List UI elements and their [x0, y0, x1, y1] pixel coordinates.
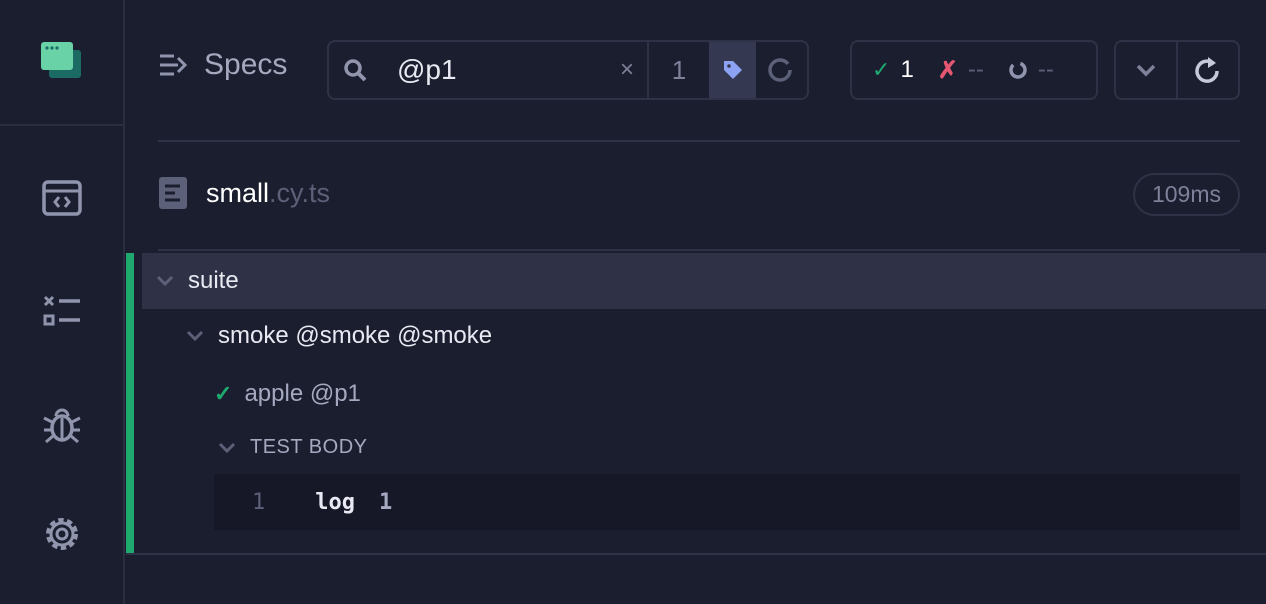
- search-icon: [344, 59, 367, 82]
- passed-count: 1: [900, 56, 914, 83]
- rerun-icon[interactable]: [1178, 42, 1238, 98]
- pending-icon: [1009, 61, 1027, 79]
- chevron-down-icon: [186, 330, 204, 342]
- passed-icon: ✓: [872, 57, 891, 82]
- search-input[interactable]: [397, 54, 607, 86]
- spec-ext: .cy.ts: [269, 177, 331, 208]
- spec-name: small: [206, 177, 270, 208]
- chevron-down-icon: [218, 442, 236, 453]
- tag-filter-button[interactable]: [709, 42, 756, 98]
- subsuite-title: smoke @smoke @smoke: [218, 322, 493, 349]
- duration-badge: 109ms: [1133, 173, 1240, 216]
- settings-gear-icon[interactable]: [40, 512, 84, 556]
- test-body-header[interactable]: TEST BODY: [218, 436, 368, 459]
- specs-header: Specs: [158, 48, 287, 82]
- clear-search-icon[interactable]: ×: [607, 56, 647, 84]
- specs-nav-icon[interactable]: [40, 176, 84, 220]
- runs-list-icon[interactable]: [40, 288, 84, 332]
- debug-bug-icon[interactable]: [40, 402, 84, 446]
- document-icon: [159, 177, 187, 209]
- chevron-down-icon: [156, 275, 174, 287]
- tag-icon: [723, 61, 742, 79]
- collapse-arrow-icon[interactable]: [158, 52, 188, 78]
- subsuite-row[interactable]: smoke @smoke @smoke: [186, 322, 492, 350]
- command-message: 1: [379, 489, 393, 515]
- failed-count: --: [967, 56, 984, 83]
- bottom-divider: [126, 553, 1266, 555]
- command-number: 1: [252, 489, 266, 515]
- sidebar: [0, 0, 125, 604]
- command-name: log: [315, 489, 355, 515]
- spec-header: small.cy.ts: [158, 176, 330, 210]
- failed-icon: ✗: [937, 56, 958, 84]
- test-row[interactable]: ✓ apple @p1: [214, 380, 361, 408]
- passed-check-icon: ✓: [214, 381, 233, 406]
- suite-title: suite: [188, 267, 239, 294]
- command-row[interactable]: 1 log 1: [214, 474, 1240, 530]
- stats-panel: ✓ 1 ✗ -- --: [850, 40, 1098, 100]
- match-count: 1: [647, 42, 709, 98]
- test-title: apple @p1: [244, 380, 361, 407]
- search-bar: × 1: [327, 40, 809, 100]
- chevron-down-icon[interactable]: [1116, 42, 1178, 98]
- page-title: Specs: [204, 48, 288, 81]
- pending-count: --: [1037, 56, 1054, 83]
- spinner-icon: [756, 57, 804, 83]
- section-title: TEST BODY: [250, 436, 368, 458]
- cypress-logo: [0, 0, 123, 126]
- divider: [158, 140, 1240, 142]
- suite-row[interactable]: suite: [142, 253, 1266, 309]
- divider: [158, 249, 1240, 251]
- controls: [1114, 40, 1240, 100]
- pass-status-bar: [126, 253, 134, 554]
